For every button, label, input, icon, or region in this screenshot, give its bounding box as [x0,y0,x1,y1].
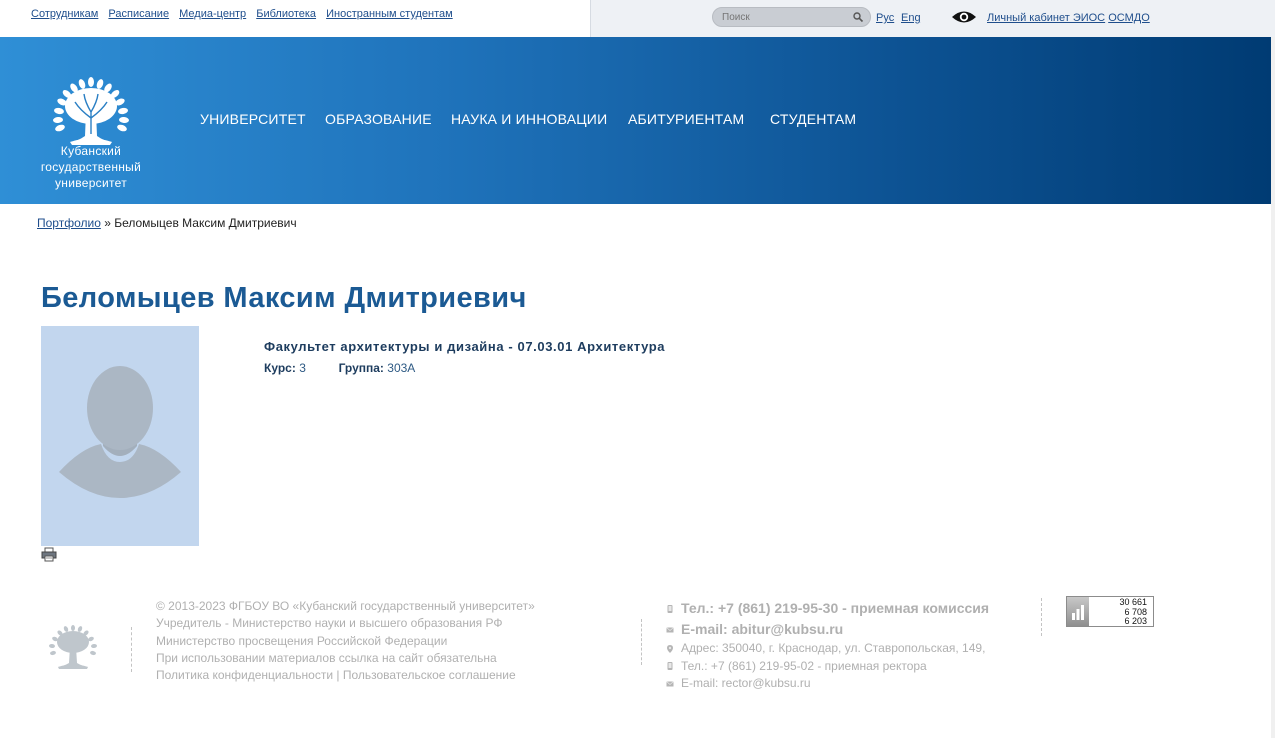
counter-chart-icon [1067,597,1089,626]
location-pin-icon [667,644,673,653]
avatar-placeholder [41,326,199,546]
breadcrumb-portfolio-link[interactable]: Портфолио [37,216,101,230]
breadcrumb: Портфолио » Беломыцев Максим Дмитриевич [37,216,297,230]
footer-citation-note: При использовании материалов ссылка на с… [156,650,497,665]
course-label: Курс: [264,361,296,375]
privacy-policy-link[interactable]: Политика конфиденциальности [156,668,333,682]
group-value: 303А [387,361,416,375]
university-name: Кубанский государственный университет [40,144,142,190]
nav-university[interactable]: УНИВЕРСИТЕТ [200,111,306,127]
page-title: Беломыцев Максим Дмитриевич [41,282,527,314]
link-schedule[interactable]: Расписание [108,8,169,20]
footer-copyright: © 2013-2023 ФГБОУ ВО «Кубанский государс… [156,599,535,613]
link-foreign-students[interactable]: Иностранным студентам [326,8,453,20]
search-icon[interactable] [852,11,864,23]
print-icon[interactable] [41,547,57,562]
footer-ministry: Министерство просвещения Российской Феде… [156,633,448,648]
user-agreement-link[interactable]: Пользовательское соглашение [343,668,516,682]
visit-counter[interactable]: 30 661 6 708 6 203 [1066,596,1154,627]
contact-phone-rector: Тел.: +7 (861) 219-95-02 - приемная рект… [666,658,989,676]
footer-founder: Учредитель - Министерство науки и высшег… [156,616,503,631]
contact-email-admission: E-mail: abitur@kubsu.ru [666,619,989,640]
footer-policy-links: Политика конфиденциальности | Пользовате… [156,668,516,683]
link-employees[interactable]: Сотрудникам [31,8,98,20]
link-library[interactable]: Библиотека [256,8,316,20]
footer-divider-3 [1041,598,1042,636]
breadcrumb-current: Беломыцев Максим Дмитриевич [114,216,297,230]
contact-email-rector: E-mail: rector@kubsu.ru [666,675,989,693]
nav-applicants[interactable]: АБИТУРИЕНТАМ [628,111,744,127]
footer-divider-1 [131,627,132,672]
faculty-program: Факультет архитектуры и дизайна - 07.03.… [264,339,666,354]
footer-contacts: Тел.: +7 (861) 219-95-30 - приемная коми… [666,598,989,693]
group-label: Группа: [338,361,384,375]
footer-divider-2 [641,619,642,665]
counter-visitors: 6 203 [1124,616,1147,626]
contact-address: Адрес: 350040, г. Краснодар, ул. Ставроп… [666,640,989,658]
footer-logo [49,625,97,669]
lang-ru-link[interactable]: Рус [876,12,894,24]
phone-icon [667,604,673,613]
footer-legal: © 2013-2023 ФГБОУ ВО «Кубанский государс… [156,598,535,684]
phone-icon [667,662,673,671]
mail-icon [666,680,674,687]
contact-phone-admission: Тел.: +7 (861) 219-95-30 - приемная коми… [666,598,989,619]
osmdo-link[interactable]: ОСМДО [1108,12,1150,24]
search-input[interactable] [722,10,850,25]
site-header: Кубанский государственный университет УН… [0,37,1271,204]
search-box [712,7,871,27]
nav-science[interactable]: НАУКА И ИННОВАЦИИ [451,111,607,127]
top-bar: Сотрудникам Расписание Медиа-центр Библи… [0,0,1275,37]
link-media-center[interactable]: Медиа-центр [179,8,246,20]
person-silhouette-icon [59,366,181,498]
lang-en-link[interactable]: Eng [901,12,921,24]
nav-students[interactable]: СТУДЕНТАМ [770,111,856,127]
course-value: 3 [299,361,306,375]
top-bar-right-panel [590,0,1275,37]
eye-icon[interactable] [951,9,977,25]
nav-education[interactable]: ОБРАЗОВАНИЕ [325,111,432,127]
cabinet-links: Личный кабинет ЭИОС ОСМДО [987,12,1150,24]
course-group-info: Курс: 3 Группа: 303А [264,361,415,375]
top-links: Сотрудникам Расписание Медиа-центр Библи… [31,8,460,20]
eios-cabinet-link[interactable]: Личный кабинет ЭИОС [987,12,1105,24]
mail-icon [666,626,674,632]
scrollbar[interactable] [1271,37,1275,738]
